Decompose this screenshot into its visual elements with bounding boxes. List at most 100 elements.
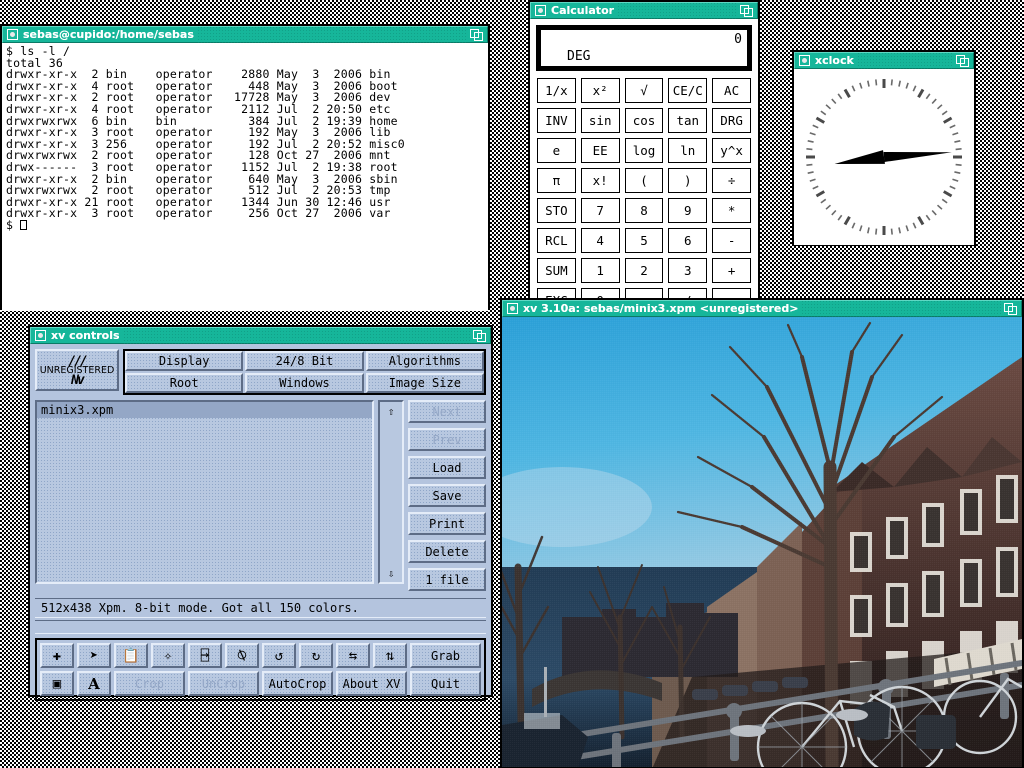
- grab-out-icon[interactable]: ⍉: [225, 643, 259, 668]
- rotate-ccw-icon[interactable]: ↺: [262, 643, 296, 668]
- list-item[interactable]: minix3.xpm: [37, 402, 372, 418]
- calculator-key-9[interactable]: 9: [668, 198, 708, 223]
- calculator-key-e[interactable]: e: [537, 138, 576, 163]
- xv-status-bar-secondary: [35, 620, 486, 634]
- xclock-title: xclock: [815, 54, 854, 67]
- xv-file-scrollbar[interactable]: ⇧ ⇩: [378, 400, 404, 584]
- xv-mode-button-root[interactable]: Root: [125, 373, 244, 393]
- xv-file-list[interactable]: minix3.xpm: [35, 400, 374, 584]
- calculator-key-[interactable]: (: [624, 168, 664, 193]
- calculator-key-AC[interactable]: AC: [712, 78, 751, 103]
- calculator-key-1x[interactable]: 1/x: [537, 78, 576, 103]
- grab-button[interactable]: Grab: [410, 643, 481, 668]
- maximize-icon[interactable]: [740, 4, 753, 17]
- clear-icon[interactable]: ✧: [151, 643, 185, 668]
- calculator-key-6[interactable]: 6: [668, 228, 708, 253]
- xv-button-1-file[interactable]: 1 file: [408, 568, 486, 591]
- calculator-key-5[interactable]: 5: [624, 228, 664, 253]
- xv-mode-button-grid[interactable]: Display 24/8 Bit Algorithms Root Windows Imag…: [123, 349, 486, 395]
- arrow-down-icon[interactable]: ⇩: [380, 564, 402, 582]
- calculator-titlebar[interactable]: Calculator: [530, 2, 758, 19]
- maximize-icon[interactable]: [956, 54, 969, 67]
- xv-controls-titlebar[interactable]: xv controls: [30, 327, 491, 344]
- calculator-key-2[interactable]: 2: [624, 258, 664, 283]
- calculator-key-STO[interactable]: STO: [537, 198, 576, 223]
- window-menu-icon[interactable]: [535, 5, 546, 16]
- calculator-key-sin[interactable]: sin: [580, 108, 620, 133]
- titlebar-filler: [196, 26, 467, 43]
- copy-region-icon[interactable]: ✚: [40, 643, 74, 668]
- maximize-icon[interactable]: [1004, 302, 1017, 315]
- rotate-cw-icon[interactable]: ↻: [299, 643, 333, 668]
- paste-icon[interactable]: ➤: [77, 643, 111, 668]
- xv-mode-button-image-size[interactable]: Image Size: [365, 373, 484, 393]
- xterm-window[interactable]: sebas@cupido:/home/sebas $ ls -l / total…: [0, 24, 490, 311]
- calculator-key-1[interactable]: 1: [580, 258, 620, 283]
- xv-button-delete[interactable]: Delete: [408, 540, 486, 563]
- window-menu-icon[interactable]: [35, 330, 46, 341]
- calculator-key-EE[interactable]: EE: [580, 138, 620, 163]
- calculator-key-[interactable]: *: [712, 198, 751, 223]
- calculator-key-SUM[interactable]: SUM: [537, 258, 576, 283]
- arrow-up-icon[interactable]: ⇧: [380, 402, 402, 420]
- xv-button-quit[interactable]: Quit: [410, 671, 481, 696]
- titlebar-filler: [801, 300, 1001, 317]
- window-menu-icon[interactable]: [799, 55, 810, 66]
- xv-mode-button-24-8-bit[interactable]: 24/8 Bit: [245, 351, 364, 371]
- calculator-row-4: π x!() ÷: [534, 168, 754, 193]
- xv-controls-window[interactable]: xv controls /// UNREGISTERED Nv Display 2…: [28, 325, 493, 701]
- calculator-key-INV[interactable]: INV: [537, 108, 576, 133]
- calculator-key-ln[interactable]: ln: [668, 138, 708, 163]
- calculator-key-[interactable]: ÷: [712, 168, 751, 193]
- clipboard-icon[interactable]: 📋: [114, 643, 148, 668]
- terminal-output[interactable]: $ ls -l / total 36 drwxr-xr-x 2 bin oper…: [2, 43, 488, 311]
- xclock-window[interactable]: xclock: [792, 50, 976, 246]
- calculator-key-tan[interactable]: tan: [668, 108, 708, 133]
- calculator-key-[interactable]: √: [624, 78, 664, 103]
- xv-mode-row: /// UNREGISTERED Nv Display 24/8 Bit Algor…: [30, 344, 491, 395]
- xv-button-print[interactable]: Print: [408, 512, 486, 535]
- visual-schnauzer-icon[interactable]: ▣: [40, 671, 74, 696]
- window-menu-icon[interactable]: [7, 29, 18, 40]
- flip-vertical-icon[interactable]: ⇅: [373, 643, 407, 668]
- calculator-key-[interactable]: π: [537, 168, 576, 193]
- xclock-titlebar[interactable]: xclock: [794, 52, 974, 69]
- xv-button-about-xv[interactable]: About XV: [336, 671, 407, 696]
- calculator-key-x[interactable]: x²: [580, 78, 620, 103]
- maximize-icon[interactable]: [473, 329, 486, 342]
- calculator-key-[interactable]: -: [712, 228, 751, 253]
- xv-mode-button-windows[interactable]: Windows: [245, 373, 364, 393]
- text-view-icon[interactable]: A: [77, 671, 111, 696]
- flip-horizontal-icon[interactable]: ⇆: [336, 643, 370, 668]
- calculator-keypad[interactable]: 1/x x² √ CE/C AC INV sin cos tan DRG e EE log ln y^x π x…: [534, 78, 754, 313]
- calculator-key-yx[interactable]: y^x: [712, 138, 751, 163]
- xv-unregistered-logo-button[interactable]: /// UNREGISTERED Nv: [35, 349, 119, 391]
- xv-button-autocrop[interactable]: AutoCrop: [262, 671, 333, 696]
- xv-side-button-column[interactable]: Next Prev Load Save Print Delete 1 file: [408, 400, 486, 591]
- calculator-window[interactable]: Calculator 0 DEG 1/x x² √ CE/C AC INV sin cos ta…: [528, 0, 760, 313]
- xv-image-window[interactable]: xv 3.10a: sebas/minix3.xpm <unregistered…: [500, 298, 1024, 768]
- xv-mode-button-display[interactable]: Display: [125, 351, 244, 371]
- calculator-key-[interactable]: ): [668, 168, 708, 193]
- calculator-key-[interactable]: +: [712, 258, 751, 283]
- xv-mode-button-algorithms[interactable]: Algorithms: [365, 351, 484, 371]
- calculator-key-DRG[interactable]: DRG: [712, 108, 751, 133]
- calculator-key-8[interactable]: 8: [624, 198, 664, 223]
- maximize-icon[interactable]: [470, 28, 483, 41]
- calculator-key-RCL[interactable]: RCL: [537, 228, 576, 253]
- titlebar-filler: [856, 52, 953, 69]
- grab-in-icon[interactable]: ⍈: [188, 643, 222, 668]
- canal-photo-svg: [502, 317, 1022, 767]
- xterm-titlebar[interactable]: sebas@cupido:/home/sebas: [2, 26, 488, 43]
- xv-button-save[interactable]: Save: [408, 484, 486, 507]
- window-menu-icon[interactable]: [507, 303, 518, 314]
- calculator-key-cos[interactable]: cos: [624, 108, 664, 133]
- xv-button-load[interactable]: Load: [408, 456, 486, 479]
- xv-image-titlebar[interactable]: xv 3.10a: sebas/minix3.xpm <unregistered…: [502, 300, 1022, 317]
- calculator-key-CEC[interactable]: CE/C: [668, 78, 708, 103]
- calculator-key-4[interactable]: 4: [580, 228, 620, 253]
- calculator-key-log[interactable]: log: [624, 138, 664, 163]
- calculator-key-3[interactable]: 3: [668, 258, 708, 283]
- calculator-key-x[interactable]: x!: [580, 168, 620, 193]
- calculator-key-7[interactable]: 7: [580, 198, 620, 223]
